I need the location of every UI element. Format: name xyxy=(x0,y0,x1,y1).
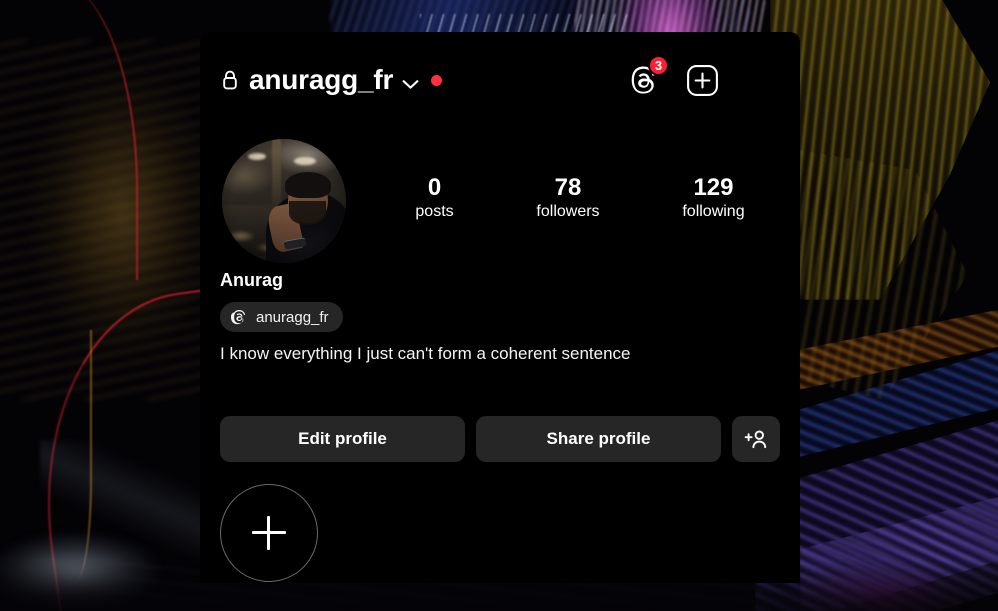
stat-following[interactable]: 129 following xyxy=(682,173,744,223)
profile-stats: 0 posts 78 followers 129 following xyxy=(346,173,800,223)
avatar-photo xyxy=(222,139,346,263)
highlight-new[interactable]: New xyxy=(220,484,318,583)
profile-bio-block: Anurag anuragg_fr I know everything I ju… xyxy=(220,270,780,365)
following-label: following xyxy=(682,203,745,221)
instagram-profile-panel: anuragg_fr 3 0 posts 78 followers 129 fo… xyxy=(200,32,800,583)
new-post-button[interactable] xyxy=(686,64,719,97)
screenshot-root: anuragg_fr 3 0 posts 78 followers 129 fo… xyxy=(0,0,998,611)
lock-icon xyxy=(220,69,240,91)
profile-avatar[interactable] xyxy=(222,139,346,263)
following-count: 129 xyxy=(693,173,734,201)
username-text: anuragg_fr xyxy=(249,64,394,95)
username-selector[interactable]: anuragg_fr xyxy=(220,64,628,96)
stat-followers[interactable]: 78 followers xyxy=(536,173,599,223)
profile-summary-row: 0 posts 78 followers 129 following xyxy=(200,136,800,266)
new-post-icon xyxy=(687,64,718,96)
hamburger-menu-button[interactable] xyxy=(745,68,778,92)
followers-count: 78 xyxy=(554,173,582,201)
threads-icon xyxy=(231,308,248,326)
threads-handle-text: anuragg_fr xyxy=(256,308,329,326)
share-profile-button[interactable]: Share profile xyxy=(476,416,721,462)
new-highlight-circle[interactable] xyxy=(220,484,318,582)
chevron-down-icon[interactable] xyxy=(402,77,419,89)
plus-icon xyxy=(252,516,286,550)
profile-header: anuragg_fr 3 xyxy=(200,32,800,128)
profile-action-buttons: Edit profile Share profile xyxy=(220,416,780,462)
display-name: Anurag xyxy=(220,270,283,290)
stat-posts[interactable]: 0 posts xyxy=(415,173,453,223)
threads-handle-chip[interactable]: anuragg_fr xyxy=(220,302,343,332)
red-dot-indicator xyxy=(431,74,443,86)
edit-profile-button[interactable]: Edit profile xyxy=(220,416,465,462)
threads-button[interactable]: 3 xyxy=(628,55,669,97)
discover-people-button[interactable] xyxy=(732,416,780,462)
story-highlights-row: New xyxy=(220,484,780,583)
posts-label: posts xyxy=(415,203,454,221)
threads-notification-badge: 3 xyxy=(648,55,669,76)
add-person-icon xyxy=(744,430,767,449)
followers-label: followers xyxy=(536,203,600,221)
bio-text: I know everything I just can't form a co… xyxy=(220,344,631,363)
header-actions: 3 xyxy=(628,55,778,97)
posts-count: 0 xyxy=(427,173,442,201)
